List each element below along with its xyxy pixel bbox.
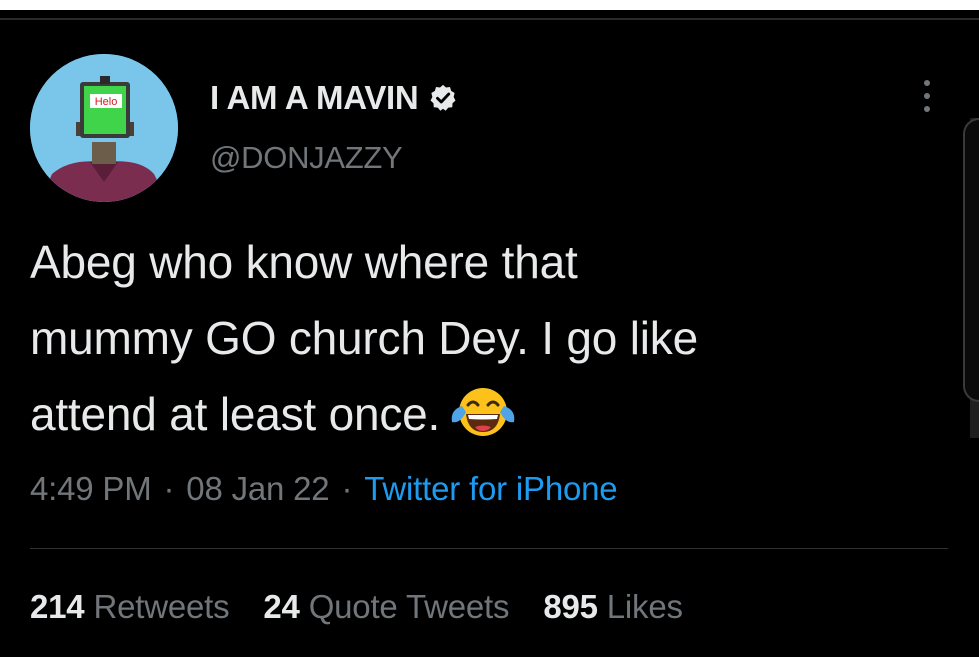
top-divider — [0, 18, 979, 20]
avatar[interactable]: Helo — [30, 54, 178, 202]
stats-divider — [30, 548, 948, 549]
tweet-source-link[interactable]: Twitter for iPhone — [364, 470, 617, 507]
author-name-row[interactable]: I AM A MAVIN — [210, 78, 458, 118]
likes-label: Likes — [606, 588, 683, 625]
meta-separator: · — [163, 470, 175, 507]
tweet-text-line: mummy GO church Dey. I go like — [30, 312, 698, 364]
top-edge — [0, 0, 979, 10]
avatar-sign-text: Helo — [95, 96, 118, 108]
likes-count: 895 — [543, 588, 598, 625]
tweet-screenshot: Helo I AM A MAVIN @DONJAZZY Abeg who kno… — [0, 0, 979, 657]
side-panel-edge — [963, 118, 979, 402]
author-handle[interactable]: @DONJAZZY — [210, 140, 403, 176]
quotes-count: 24 — [263, 588, 300, 625]
tweet-date[interactable]: 08 Jan 22 — [186, 470, 329, 507]
retweets-label: Retweets — [93, 588, 230, 625]
dot — [924, 80, 930, 86]
retweets-count: 214 — [30, 588, 85, 625]
dot — [924, 93, 930, 99]
dot — [924, 106, 930, 112]
tweet-text-line: Abeg who know where that — [30, 236, 578, 288]
likes-stat[interactable]: 895 Likes — [543, 588, 683, 625]
tweet-text-line: attend at least once. — [30, 376, 930, 452]
quotes-label: Quote Tweets — [308, 588, 510, 625]
display-name[interactable]: I AM A MAVIN — [210, 79, 419, 117]
verified-badge-icon — [428, 83, 458, 113]
quote-tweets-stat[interactable]: 24 Quote Tweets — [263, 588, 509, 625]
tweet-time[interactable]: 4:49 PM — [30, 470, 152, 507]
meta-separator: · — [341, 470, 353, 507]
tweet-text-line-content: attend at least once. — [30, 388, 441, 440]
avatar-image: Helo — [30, 54, 178, 202]
more-options-icon[interactable] — [915, 76, 939, 116]
tweet-stats: 214 Retweets 24 Quote Tweets 895 Likes — [30, 588, 717, 626]
face-with-tears-of-joy-icon — [448, 384, 518, 440]
tweet-text: Abeg who know where that mummy GO church… — [30, 224, 930, 452]
retweets-stat[interactable]: 214 Retweets — [30, 588, 230, 625]
tweet-meta: 4:49 PM · 08 Jan 22 · Twitter for iPhone — [30, 470, 618, 508]
